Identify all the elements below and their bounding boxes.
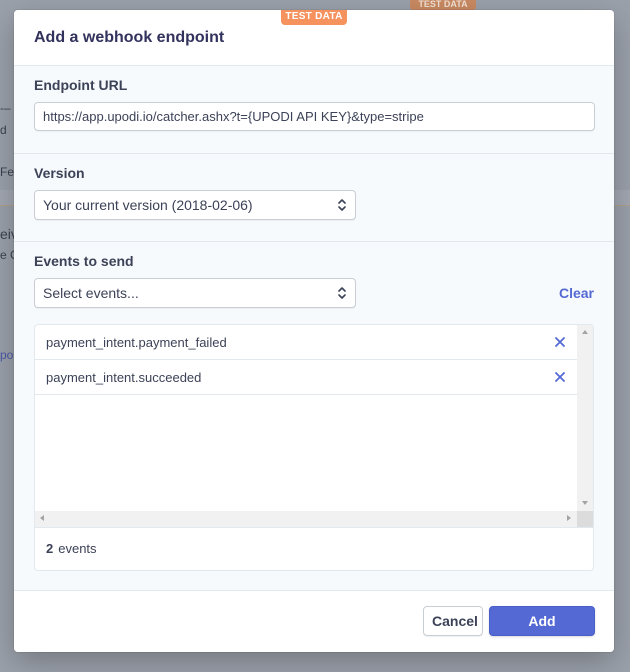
background-link: po (0, 348, 14, 362)
add-endpoint-button[interactable]: Add endpoint (489, 606, 595, 652)
background-text: -– (0, 101, 11, 115)
events-select-row: Select events... Clear (34, 278, 594, 308)
events-select[interactable]: Select events... (34, 278, 356, 308)
scroll-right-arrow-icon[interactable] (567, 515, 571, 521)
selected-events-list: payment_intent.payment_failed payment_in… (34, 324, 594, 571)
cancel-button[interactable]: Cancel (423, 606, 483, 636)
close-icon[interactable] (554, 336, 566, 348)
modal-footer: Cancel Add endpoint (14, 590, 614, 652)
events-select-placeholder: Select events... (43, 285, 139, 301)
endpoint-url-label: Endpoint URL (34, 77, 128, 93)
scrollbar-corner (577, 511, 593, 527)
version-section: Version Your current version (2018-02-06… (14, 154, 614, 242)
test-data-badge: TEST DATA (281, 10, 347, 25)
close-icon[interactable] (554, 371, 566, 383)
scroll-up-arrow-icon[interactable] (582, 330, 588, 334)
events-list-scroll-area: payment_intent.payment_failed payment_in… (35, 325, 577, 511)
chevron-up-down-icon (338, 287, 346, 299)
version-select[interactable]: Your current version (2018-02-06) (34, 190, 356, 220)
scroll-down-arrow-icon[interactable] (582, 501, 588, 505)
scroll-left-arrow-icon[interactable] (40, 515, 44, 521)
events-count-label: events (58, 541, 97, 556)
version-label: Version (34, 165, 85, 181)
endpoint-url-input[interactable] (34, 102, 595, 131)
events-label: Events to send (34, 253, 134, 269)
event-name: payment_intent.payment_failed (46, 334, 227, 350)
clear-events-link[interactable]: Clear (559, 285, 594, 301)
horizontal-scrollbar[interactable] (35, 511, 577, 527)
list-item: payment_intent.succeeded (35, 360, 577, 395)
background-text: d (0, 123, 7, 137)
endpoint-url-section: Endpoint URL (14, 66, 614, 154)
chevron-up-down-icon (338, 199, 346, 211)
version-select-value: Your current version (2018-02-06) (43, 197, 253, 213)
vertical-scrollbar[interactable] (577, 325, 593, 511)
background-test-badge: TEST DATA (410, 0, 476, 10)
modal-title: Add a webhook endpoint (34, 29, 225, 46)
event-name: payment_intent.succeeded (46, 369, 202, 385)
add-webhook-modal: Add a webhook endpoint Endpoint URL Vers… (14, 10, 614, 652)
list-item: payment_intent.payment_failed (35, 325, 577, 360)
events-count: 2 (46, 541, 54, 556)
events-section: Events to send Select events... Clear pa… (14, 242, 614, 571)
events-count-footer: 2 events (35, 527, 593, 570)
